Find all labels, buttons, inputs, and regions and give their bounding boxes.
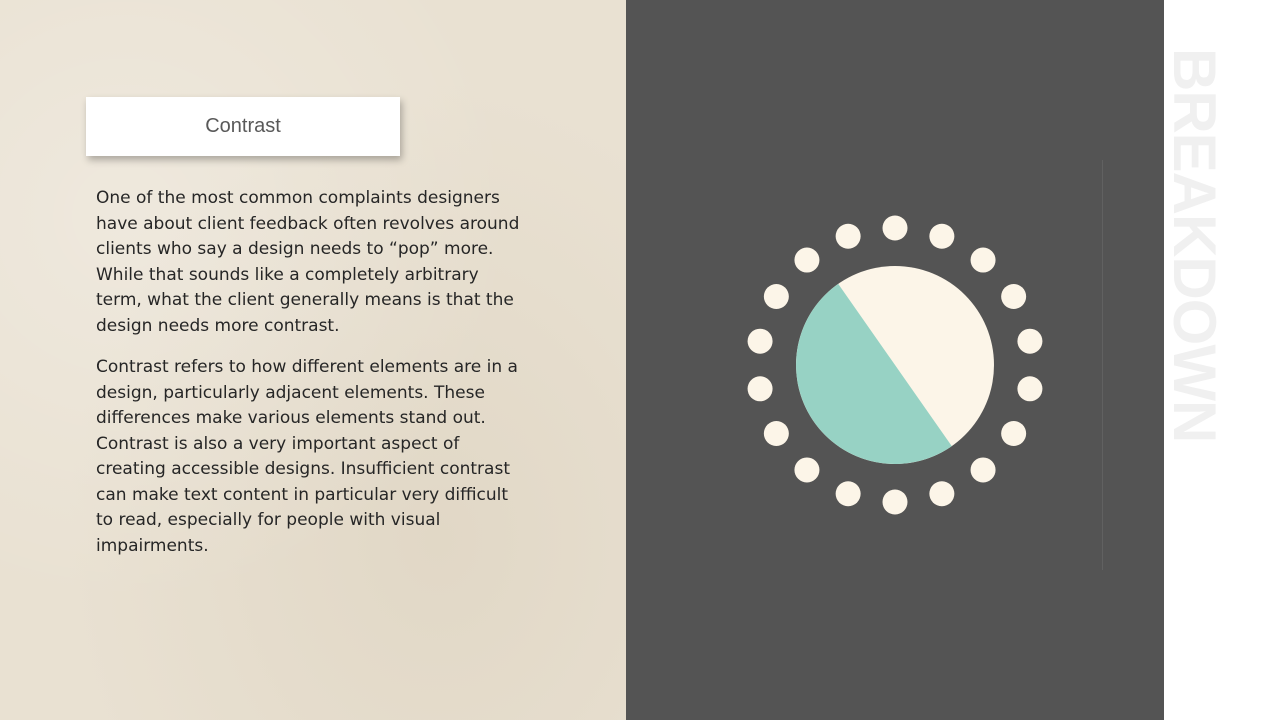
ring-dot xyxy=(763,421,789,446)
ring-dot xyxy=(970,247,996,273)
ring-dot xyxy=(970,457,996,483)
divider-line xyxy=(1102,160,1103,570)
body-text: One of the most common complaints design… xyxy=(96,186,526,575)
left-panel: Contrast One of the most common complain… xyxy=(0,0,626,720)
ring-dot xyxy=(794,457,820,483)
ring-dot xyxy=(835,223,861,249)
ring-dot xyxy=(1017,376,1043,402)
ring-dot xyxy=(1001,421,1027,446)
ring-dot xyxy=(835,481,861,507)
ring-dot xyxy=(763,284,789,309)
ring-dot xyxy=(1017,328,1043,354)
ring-dot xyxy=(929,481,955,507)
title-box: Contrast xyxy=(86,97,400,156)
ring-dot xyxy=(794,247,820,273)
paragraph-1: One of the most common complaints design… xyxy=(96,188,520,336)
ring-dot xyxy=(929,223,955,249)
contrast-circle-icon xyxy=(747,215,1043,515)
paragraph-2: Contrast refers to how different element… xyxy=(96,357,518,556)
ring-dot xyxy=(882,489,908,515)
ring-dot xyxy=(1001,284,1027,309)
side-word: BREAKDOWN xyxy=(1161,48,1228,443)
ring-dot xyxy=(882,215,908,241)
slide: Contrast One of the most common complain… xyxy=(0,0,1280,720)
ring-dot xyxy=(747,376,773,402)
slide-title: Contrast xyxy=(205,115,281,137)
ring-dot xyxy=(747,328,773,354)
